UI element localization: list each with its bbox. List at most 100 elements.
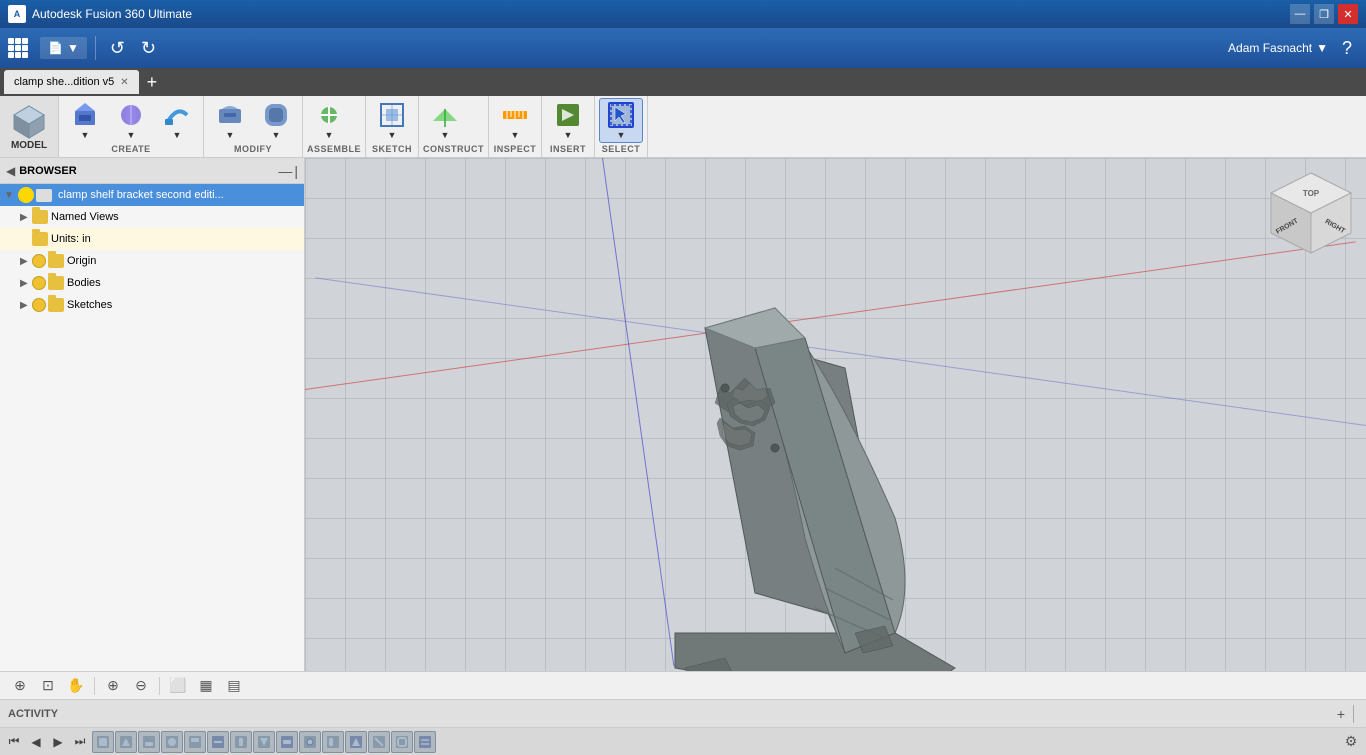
timeline-step-13[interactable]	[368, 731, 390, 753]
insert-button[interactable]: ▼	[546, 99, 590, 142]
timeline-step-9[interactable]	[276, 731, 298, 753]
maximize-button[interactable]: ❐	[1314, 4, 1334, 24]
named-views-folder-icon	[32, 210, 48, 224]
create-label: CREATE	[63, 143, 199, 155]
timeline-step-11[interactable]	[322, 731, 344, 753]
timeline-bar: ⏮ ◀ ▶ ⏭	[0, 727, 1366, 755]
fillet-label: ▼	[272, 130, 281, 140]
user-info[interactable]: Adam Fasnacht ▼	[1228, 41, 1328, 55]
sweep-button[interactable]: ▼	[155, 99, 199, 142]
timeline-step-1[interactable]	[92, 731, 114, 753]
file-icon: 📄	[48, 41, 63, 55]
units-folder-icon	[32, 232, 48, 246]
timeline-settings-button[interactable]: ⚙	[1340, 731, 1362, 753]
browser-collapse-button[interactable]: —	[278, 163, 292, 179]
timeline-step-7[interactable]	[230, 731, 252, 753]
viewport[interactable]: TOP FRONT RIGHT	[305, 158, 1366, 671]
undo-button[interactable]: ↺	[104, 34, 131, 63]
timeline-step-2[interactable]	[115, 731, 137, 753]
root-expand-icon[interactable]: ▼	[4, 190, 16, 201]
origin-visibility-icon[interactable]	[32, 254, 46, 268]
tree-bodies-item[interactable]: ▶ Bodies	[0, 272, 304, 294]
close-button[interactable]: ✕	[1338, 4, 1358, 24]
help-button[interactable]: ?	[1336, 34, 1358, 63]
minimize-button[interactable]: —	[1290, 4, 1310, 24]
tree-origin-item[interactable]: ▶ Origin	[0, 250, 304, 272]
toolbar-section-create: ▼ ▼ ▼ CREATE	[59, 96, 204, 157]
extrude-button[interactable]: ▼	[63, 99, 107, 142]
named-views-label: Named Views	[51, 211, 119, 223]
timeline-step-6[interactable]	[207, 731, 229, 753]
insert-icon	[554, 101, 582, 129]
tree-sketches-item[interactable]: ▶ Sketches	[0, 294, 304, 316]
file-menu-button[interactable]: 📄 ▼	[40, 37, 87, 59]
sketches-expand-icon[interactable]: ▶	[20, 300, 32, 311]
measure-button[interactable]: ▼	[493, 99, 537, 142]
activity-expand-button[interactable]: +	[1337, 706, 1345, 722]
timeline-step-10[interactable]	[299, 731, 321, 753]
timeline-step-5[interactable]	[184, 731, 206, 753]
bodies-expand-icon[interactable]: ▶	[20, 278, 32, 289]
modify-buttons: ▼ ▼	[208, 98, 298, 143]
timeline-step-8[interactable]	[253, 731, 275, 753]
timeline-step-15[interactable]	[414, 731, 436, 753]
sketches-folder-icon	[48, 298, 64, 312]
browser-pin-button[interactable]: |	[294, 163, 298, 179]
plane-label: ▼	[441, 130, 450, 140]
timeline-last-button[interactable]: ⏭	[70, 732, 90, 752]
zoom-out-button[interactable]: ⊖	[129, 675, 153, 697]
timeline-step-12[interactable]	[345, 731, 367, 753]
revolve-button[interactable]: ▼	[109, 99, 153, 142]
timeline-step-3[interactable]	[138, 731, 160, 753]
plane-button[interactable]: ▼	[423, 99, 467, 142]
new-tab-button[interactable]: +	[139, 72, 166, 93]
orbit-button[interactable]: ⊕	[8, 675, 32, 697]
assemble-label: ASSEMBLE	[307, 143, 361, 155]
tree-root-item[interactable]: ▼ clamp shelf bracket second editi...	[0, 184, 304, 206]
timeline-play-button[interactable]: ▶	[48, 732, 68, 752]
tree-named-views-item[interactable]: ▶ Named Views	[0, 206, 304, 228]
tab-close-button[interactable]: ✕	[120, 77, 128, 88]
tab-bar: clamp she...dition v5 ✕ +	[0, 68, 1366, 96]
zoom-in-button[interactable]: ⊕	[101, 675, 125, 697]
select-button[interactable]: ▼	[599, 98, 643, 143]
environment-button[interactable]: ▤	[222, 675, 246, 697]
toolbar-section-select: ▼ SELECT	[595, 96, 648, 157]
sketch-buttons: ▼	[370, 98, 414, 143]
root-visibility-icon[interactable]	[18, 187, 34, 203]
timeline-step-4[interactable]	[161, 731, 183, 753]
sketch-button[interactable]: ▼	[370, 99, 414, 142]
grid-button[interactable]: ▦	[194, 675, 218, 697]
timeline-first-button[interactable]: ⏮	[4, 732, 24, 752]
view-cube[interactable]: TOP FRONT RIGHT	[1266, 168, 1356, 258]
root-folder-icon	[36, 189, 52, 202]
bodies-label: Bodies	[67, 277, 101, 289]
model-section[interactable]: MODEL	[0, 96, 59, 157]
revolve-icon	[117, 101, 145, 129]
tab-item[interactable]: clamp she...dition v5 ✕	[4, 70, 139, 94]
pan-button[interactable]: ✋	[64, 675, 88, 697]
home-view-button[interactable]: ⊡	[36, 675, 60, 697]
joint-button[interactable]: ▼	[307, 99, 351, 142]
measure-label: ▼	[511, 130, 520, 140]
window-controls: — ❐ ✕	[1290, 4, 1358, 24]
timeline-prev-button[interactable]: ◀	[26, 732, 46, 752]
app-grid-icon[interactable]	[8, 38, 28, 58]
origin-expand-icon[interactable]: ▶	[20, 256, 32, 267]
named-views-expand-icon[interactable]: ▶	[20, 212, 32, 223]
activity-bar: ACTIVITY +	[0, 699, 1366, 727]
redo-button[interactable]: ↻	[135, 34, 162, 63]
browser-back-button[interactable]: ◀	[6, 164, 15, 178]
measure-icon	[501, 101, 529, 129]
sketches-visibility-icon[interactable]	[32, 298, 46, 312]
toolbar-section-sketch: ▼ SKETCH	[366, 96, 419, 157]
insert-label: ▼	[564, 130, 573, 140]
modify-button[interactable]: ▼	[208, 99, 252, 142]
3d-model	[625, 238, 1005, 671]
app-icon: A	[8, 5, 26, 23]
timeline-step-14[interactable]	[391, 731, 413, 753]
bodies-visibility-icon[interactable]	[32, 276, 46, 290]
toolbar-separator-1	[94, 677, 95, 695]
display-mode-button[interactable]: ⬜	[166, 675, 190, 697]
fillet-button[interactable]: ▼	[254, 99, 298, 142]
